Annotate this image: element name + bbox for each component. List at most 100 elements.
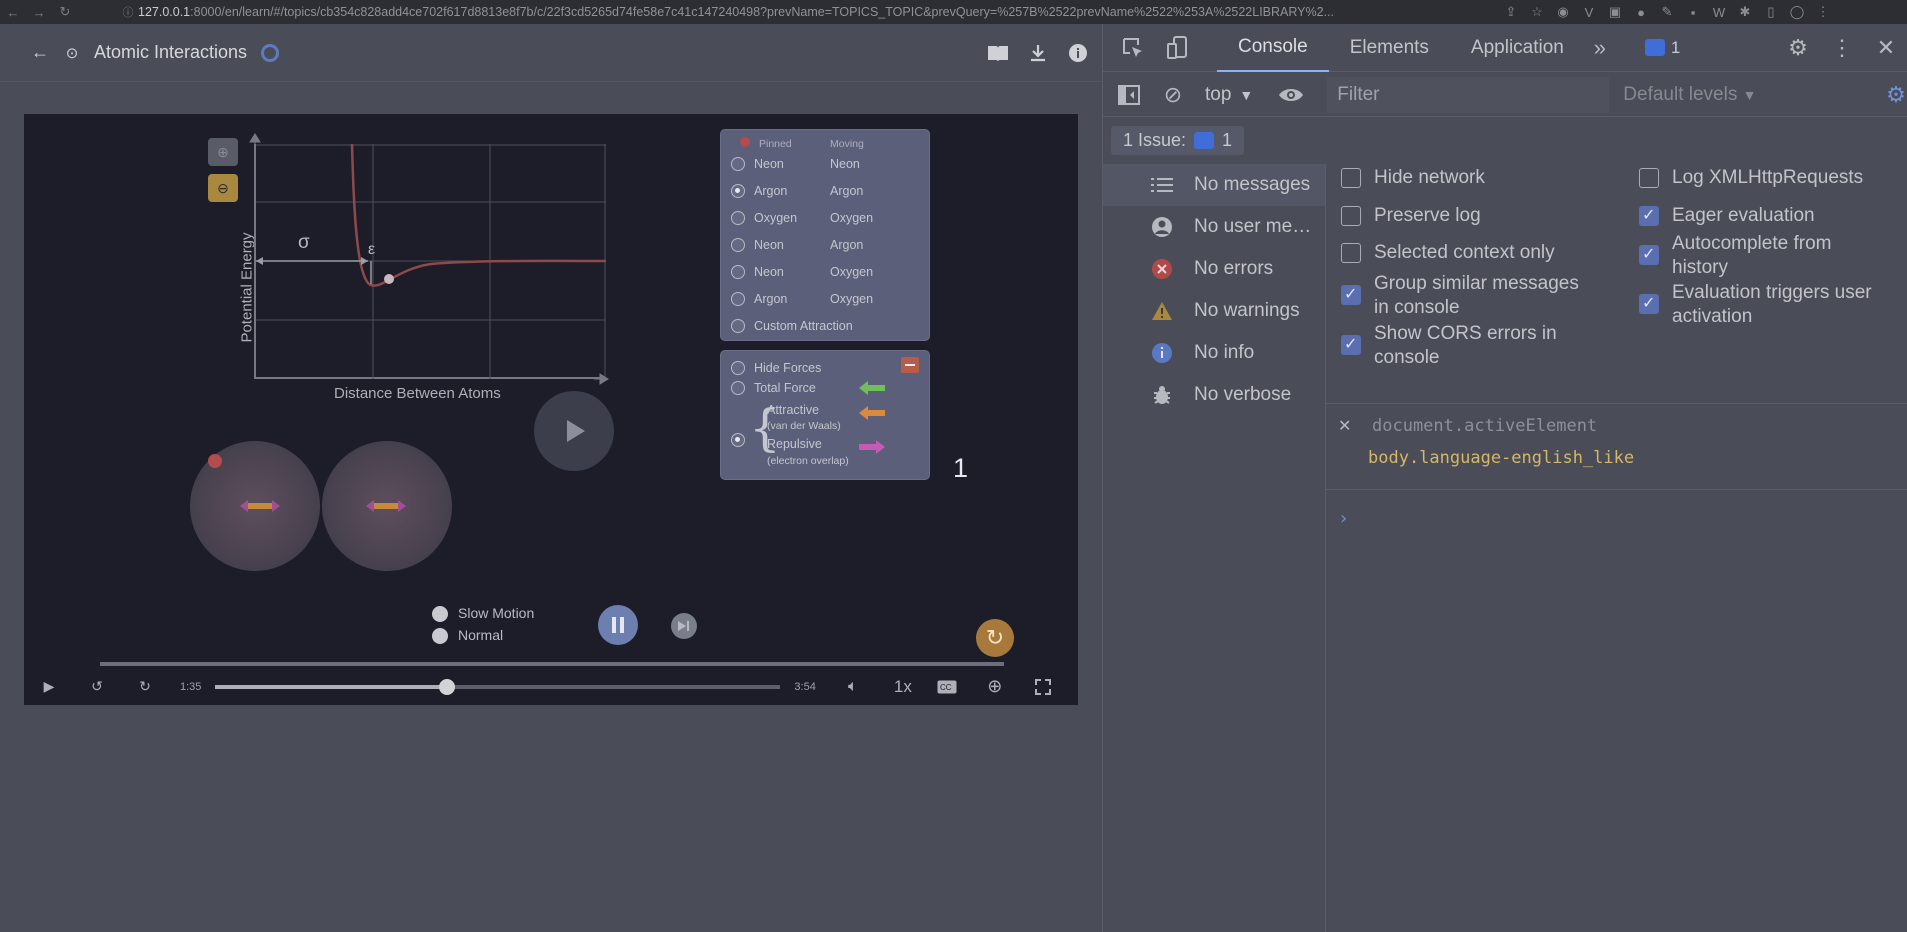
sidepanel-icon[interactable]: ▯ xyxy=(1758,4,1784,20)
star-icon[interactable]: ☆ xyxy=(1524,4,1550,20)
option-hide-network[interactable]: Hide network xyxy=(1341,166,1485,190)
console-output[interactable]: ✕ document.activeElement body.language-e… xyxy=(1325,404,1907,932)
console-prompt-chevron-icon[interactable]: › xyxy=(1338,508,1349,529)
context-selector[interactable]: top ▼ xyxy=(1205,84,1253,106)
option-eval-triggers-activation[interactable]: Evaluation triggers useractivation xyxy=(1639,281,1872,329)
share-icon[interactable]: ⇪ xyxy=(1498,4,1524,20)
sidebar-item-verbose[interactable]: No verbose xyxy=(1103,374,1325,416)
atom-pair-radio[interactable] xyxy=(731,157,745,171)
issues-badge[interactable]: 1 xyxy=(1644,38,1680,58)
sidebar-toggle-icon[interactable] xyxy=(1107,71,1151,119)
atom-pair-radio[interactable] xyxy=(731,184,745,198)
forward-arrow-icon[interactable]: → xyxy=(26,0,52,24)
total-force-radio[interactable] xyxy=(731,381,745,395)
filter-input[interactable]: Filter xyxy=(1327,76,1610,113)
live-expression-eye-icon[interactable] xyxy=(1269,71,1313,119)
book-icon[interactable] xyxy=(982,37,1014,69)
extension-icon[interactable]: W xyxy=(1706,5,1732,20)
reset-icon[interactable]: ↻ xyxy=(976,619,1014,657)
video-player[interactable]: ⊕ ⊖ Potential Energy σ ε Distance Betwee… xyxy=(24,114,1078,705)
language-globe-icon[interactable]: ⊕ xyxy=(980,672,1010,702)
more-tabs-chevron-icon[interactable]: » xyxy=(1585,24,1615,72)
sidebar-item-user-messages[interactable]: No user me… xyxy=(1103,206,1325,248)
menu-dots-icon[interactable]: ⋮ xyxy=(1810,4,1836,20)
checkbox[interactable] xyxy=(1639,243,1659,267)
back-arrow-icon[interactable]: ← xyxy=(0,0,26,24)
fullscreen-icon[interactable] xyxy=(1028,672,1058,702)
option-log-xhr[interactable]: Log XMLHttpRequests xyxy=(1639,166,1863,190)
checkbox[interactable] xyxy=(1639,168,1659,188)
extension-icon[interactable]: ▪ xyxy=(1680,5,1706,20)
sim-progress-bar xyxy=(100,662,1004,666)
puzzle-icon[interactable]: ✱ xyxy=(1732,4,1758,20)
checkbox[interactable] xyxy=(1341,168,1361,188)
checkbox[interactable] xyxy=(1341,333,1361,357)
sim-pause-button[interactable] xyxy=(598,605,638,645)
big-play-button[interactable] xyxy=(534,391,614,471)
playback-rate-button[interactable]: 1x xyxy=(886,672,920,702)
sim-step-button[interactable] xyxy=(671,613,697,639)
live-expression-text[interactable]: document.activeElement xyxy=(1372,416,1597,436)
option-show-cors-errors[interactable]: Show CORS errors inconsole xyxy=(1341,322,1557,370)
tab-console[interactable]: Console xyxy=(1217,24,1329,72)
gear-icon[interactable]: ⚙ xyxy=(1776,24,1820,72)
seek-bar[interactable] xyxy=(215,678,781,695)
remove-expression-close-icon[interactable]: ✕ xyxy=(1338,416,1351,436)
seek-handle[interactable] xyxy=(439,678,456,695)
tab-elements[interactable]: Elements xyxy=(1329,24,1450,72)
checkbox[interactable] xyxy=(1341,283,1361,307)
atom-pair-radio[interactable] xyxy=(731,211,745,225)
issues-link[interactable]: 1 Issue: 1 xyxy=(1111,125,1245,155)
sidebar-item-errors[interactable]: No errors xyxy=(1103,248,1325,290)
option-selected-context-only[interactable]: Selected context only xyxy=(1341,241,1555,265)
console-settings-gear-icon[interactable]: ⚙ xyxy=(1874,71,1907,119)
back-icon[interactable]: ← xyxy=(24,37,56,69)
clear-console-icon[interactable]: ⊘ xyxy=(1151,71,1195,119)
zoom-in-icon[interactable]: ⊕ xyxy=(208,138,238,166)
zoom-out-icon[interactable]: ⊖ xyxy=(208,174,238,202)
download-icon[interactable] xyxy=(1022,37,1054,69)
hide-forces-radio[interactable] xyxy=(731,361,745,375)
device-toolbar-icon[interactable] xyxy=(1155,24,1199,72)
tab-application[interactable]: Application xyxy=(1450,24,1585,72)
checkbox[interactable] xyxy=(1639,292,1659,316)
profile-icon[interactable]: ◯ xyxy=(1784,4,1810,20)
captions-icon[interactable]: CC xyxy=(932,672,962,702)
forward-10-icon[interactable]: ↻ xyxy=(130,672,160,702)
info-icon[interactable] xyxy=(1062,37,1094,69)
option-group-similar[interactable]: Group similar messagesin console xyxy=(1341,272,1579,320)
log-levels-dropdown[interactable]: Default levels ▼ xyxy=(1623,84,1756,106)
extension-icon[interactable]: ● xyxy=(1628,5,1654,20)
extension-icon[interactable]: ◉ xyxy=(1550,4,1576,20)
normal-speed-radio[interactable] xyxy=(432,628,448,644)
sidebar-item-info[interactable]: No info xyxy=(1103,332,1325,374)
inspect-element-icon[interactable] xyxy=(1111,24,1155,72)
option-autocomplete-history[interactable]: Autocomplete fromhistory xyxy=(1639,232,1831,280)
extension-icon[interactable]: V xyxy=(1576,5,1602,20)
rewind-10-icon[interactable]: ↺ xyxy=(82,672,112,702)
atom-pair-radio[interactable] xyxy=(731,292,745,306)
checkbox[interactable] xyxy=(1639,204,1659,228)
live-expression-result: body.language-english_like xyxy=(1368,448,1635,468)
checkbox[interactable] xyxy=(1341,243,1361,263)
slow-motion-radio[interactable] xyxy=(432,606,448,622)
minimize-panel-button[interactable] xyxy=(901,357,919,373)
atom-pair-radio[interactable] xyxy=(731,238,745,252)
reload-icon[interactable]: ↻ xyxy=(52,0,78,24)
custom-attraction-radio[interactable] xyxy=(731,319,745,333)
sidebar-item-messages[interactable]: No messages xyxy=(1103,164,1325,206)
extension-icon[interactable]: ▣ xyxy=(1602,4,1628,20)
close-icon[interactable]: ✕ xyxy=(1864,24,1907,72)
url-text[interactable]: 127.0.0.1:8000/en/learn/#/topics/cb354c8… xyxy=(138,5,1498,19)
option-preserve-log[interactable]: Preserve log xyxy=(1341,204,1481,228)
option-eager-evaluation[interactable]: Eager evaluation xyxy=(1639,204,1815,228)
play-icon[interactable]: ▶ xyxy=(34,672,64,702)
menu-dots-icon[interactable]: ⋮ xyxy=(1820,24,1864,72)
extension-icon[interactable]: ✎ xyxy=(1654,4,1680,20)
sidebar-item-warnings[interactable]: No warnings xyxy=(1103,290,1325,332)
site-info-icon[interactable]: ⓘ xyxy=(118,4,138,20)
checkbox[interactable] xyxy=(1341,206,1361,226)
components-radio[interactable] xyxy=(731,433,745,447)
volume-icon[interactable]: 🔈︎ xyxy=(838,672,868,702)
atom-pair-radio[interactable] xyxy=(731,265,745,279)
